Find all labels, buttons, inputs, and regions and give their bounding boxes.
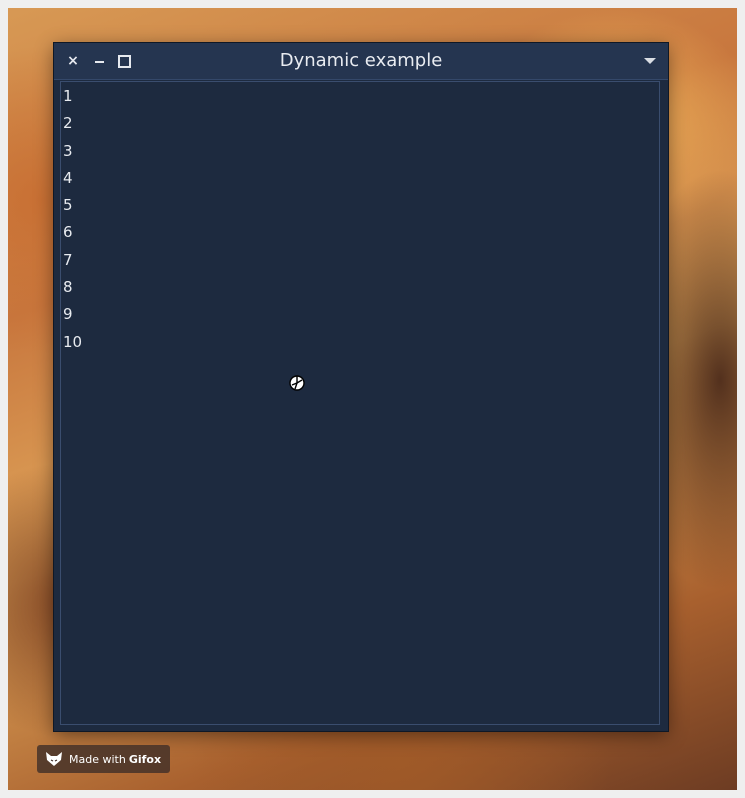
badge-brand: Gifox — [128, 752, 162, 766]
window-titlebar[interactable]: × Dynamic example — [54, 43, 668, 80]
list-item[interactable]: 10 — [63, 332, 659, 359]
app-window: × Dynamic example 1 2 3 4 5 6 7 8 9 10 — [54, 43, 668, 731]
list-item[interactable]: 2 — [63, 113, 659, 140]
badge-prefix: Made with — [69, 752, 126, 766]
list-item[interactable]: 3 — [63, 141, 659, 168]
chevron-down-icon[interactable] — [644, 58, 656, 64]
list-item[interactable]: 8 — [63, 277, 659, 304]
list-item[interactable]: 9 — [63, 304, 659, 331]
number-list: 1 2 3 4 5 6 7 8 9 10 — [61, 82, 659, 359]
window-title: Dynamic example — [279, 50, 443, 71]
list-item[interactable]: 1 — [63, 86, 659, 113]
gifox-watermark: Made with Gifox — [37, 745, 171, 773]
list-item[interactable]: 4 — [63, 168, 659, 195]
list-view[interactable]: 1 2 3 4 5 6 7 8 9 10 — [60, 81, 660, 725]
list-item[interactable]: 7 — [63, 250, 659, 277]
fox-logo-icon — [46, 752, 62, 766]
list-item[interactable]: 6 — [63, 222, 659, 249]
list-item[interactable]: 5 — [63, 195, 659, 222]
desktop-background: × Dynamic example 1 2 3 4 5 6 7 8 9 10 M… — [0, 0, 745, 798]
busy-cursor-icon — [289, 375, 305, 391]
